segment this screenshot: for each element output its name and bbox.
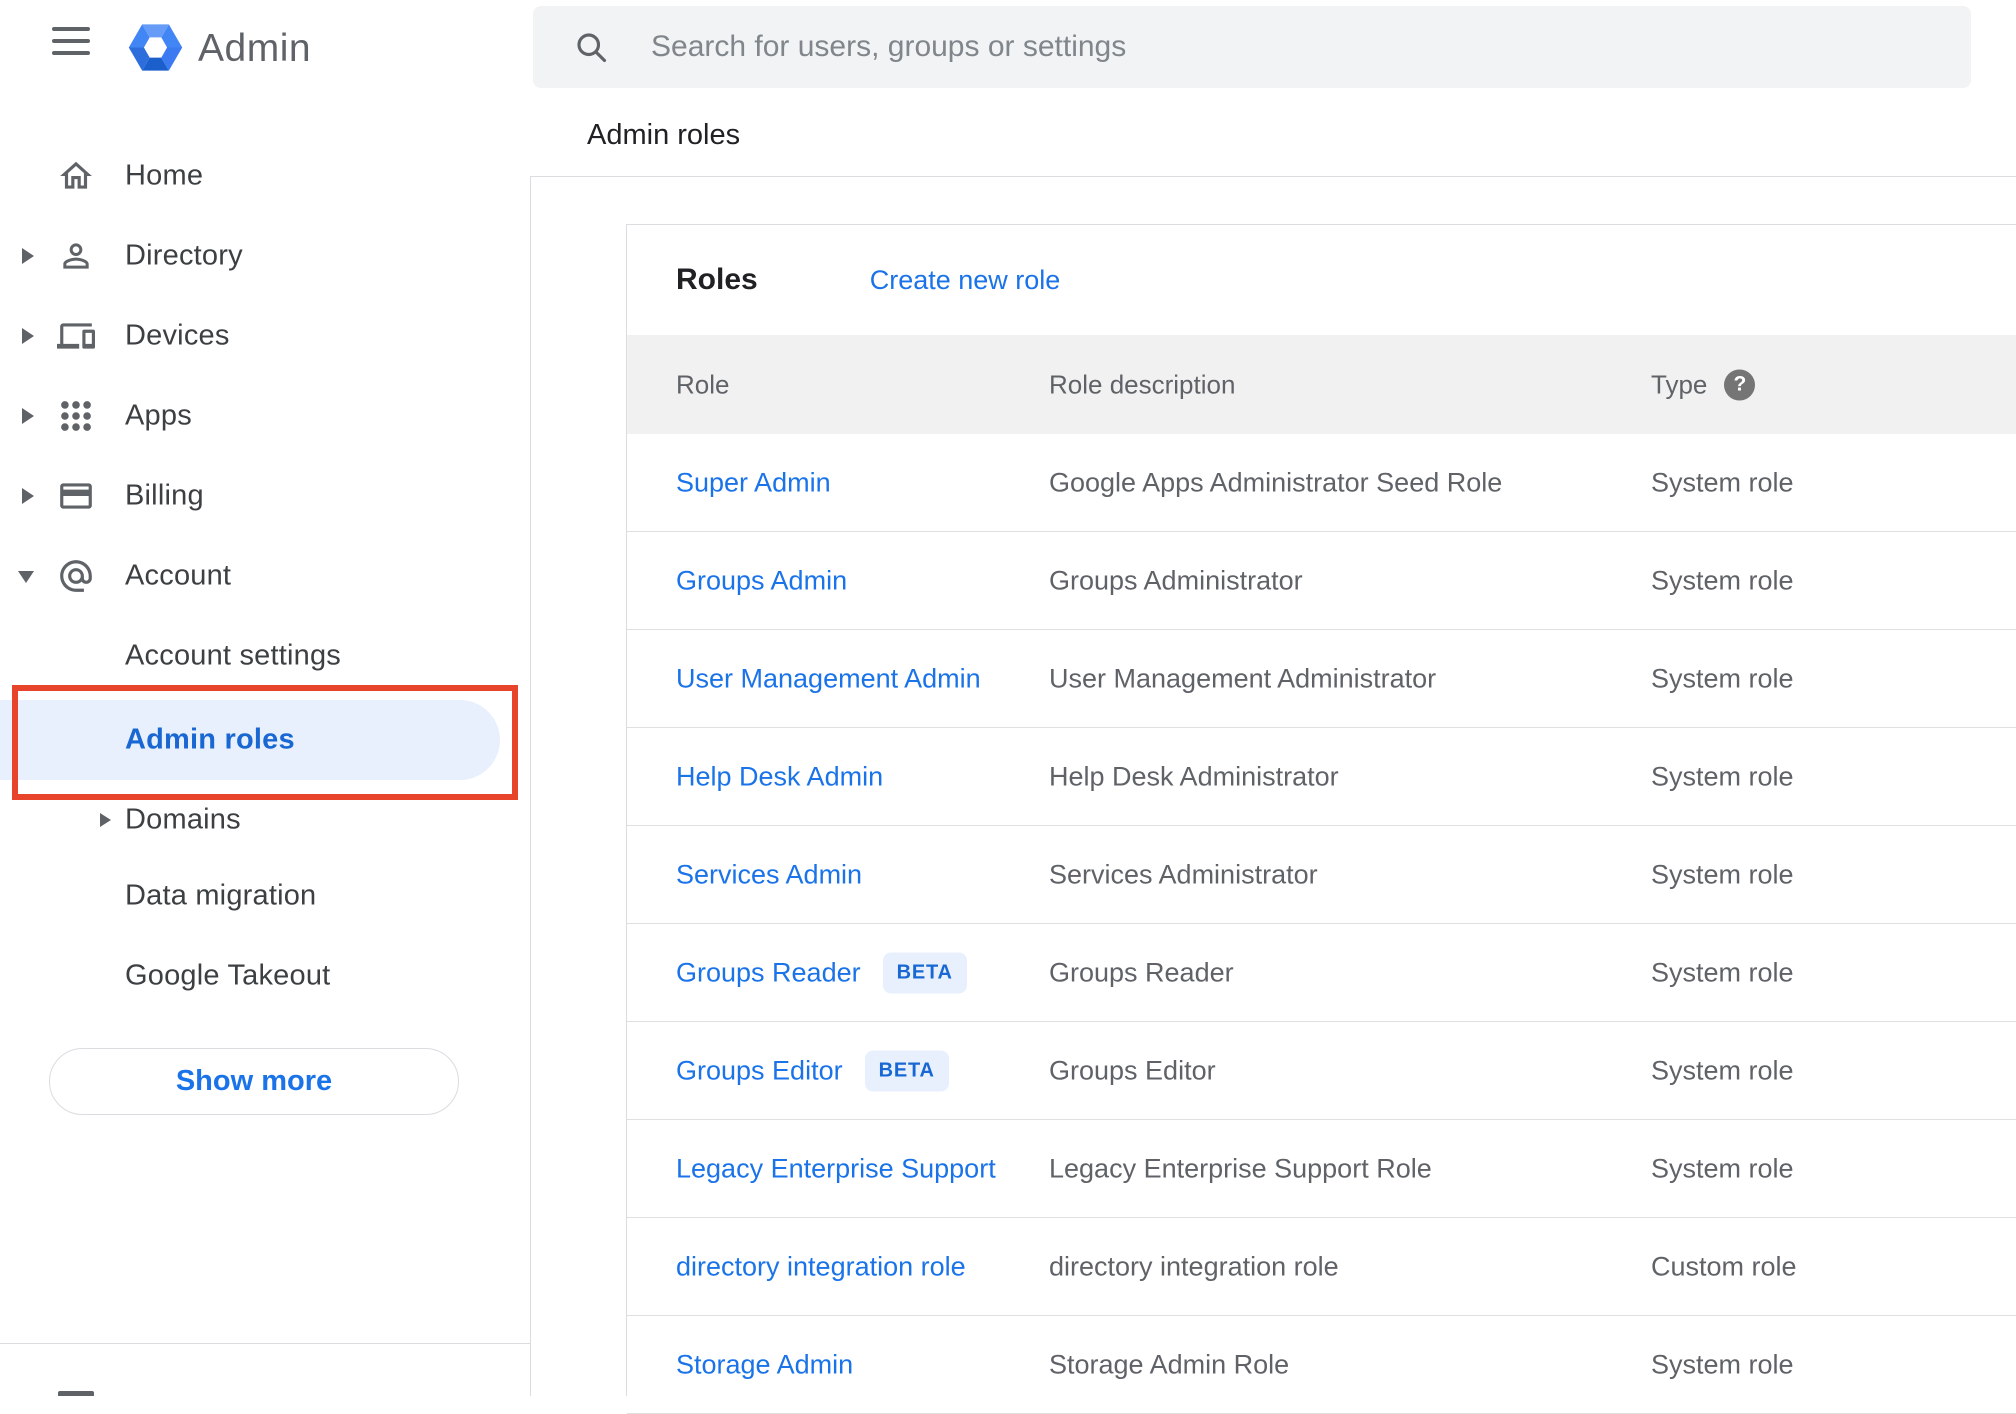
role-description: Groups Reader [1049, 957, 1234, 987]
cutoff-menu-icon [58, 1391, 94, 1396]
role-type: System role [1651, 467, 1794, 497]
sidebar-item-billing[interactable]: Billing [0, 456, 530, 536]
sidebar-item-directory[interactable]: Directory [0, 216, 530, 296]
table-row: Help Desk Admin Help Desk Administrator … [627, 728, 2016, 826]
app-title: Admin [198, 27, 312, 70]
sidebar-item-label: Billing [125, 479, 204, 512]
column-header-description: Role description [1049, 369, 1236, 399]
table-row: Services Admin Services Administrator Sy… [627, 826, 2016, 924]
role-description: Groups Administrator [1049, 565, 1303, 595]
table-row: directory integration role directory int… [627, 1218, 2016, 1316]
role-link[interactable]: directory integration role [676, 1251, 966, 1282]
red-annotation-box [12, 685, 518, 800]
role-description: directory integration role [1049, 1251, 1339, 1281]
role-description: Legacy Enterprise Support Role [1049, 1153, 1432, 1183]
role-description: User Management Administrator [1049, 663, 1437, 693]
at-email-icon [57, 557, 95, 595]
role-type: System role [1651, 1153, 1794, 1183]
role-description: Help Desk Administrator [1049, 761, 1339, 791]
home-icon [57, 157, 95, 195]
role-link[interactable]: Services Admin [676, 859, 862, 890]
role-link[interactable]: Groups Reader [676, 957, 861, 988]
sidebar-border [530, 176, 531, 1396]
create-new-role-link[interactable]: Create new role [870, 265, 1061, 296]
search-placeholder: Search for users, groups or settings [651, 30, 1127, 63]
table-row: Super Admin Google Apps Administrator Se… [627, 434, 2016, 532]
expand-right-icon [22, 408, 34, 424]
show-more-button[interactable]: Show more [49, 1048, 459, 1115]
apps-grid-icon [57, 397, 95, 435]
search-icon [577, 33, 607, 63]
search-input[interactable]: Search for users, groups or settings [533, 6, 1971, 88]
role-link[interactable]: Groups Editor [676, 1055, 843, 1086]
sidebar-item-label: Account settings [125, 639, 341, 672]
role-description: Services Administrator [1049, 859, 1318, 889]
section-title: Roles [676, 263, 758, 296]
sidebar-item-apps[interactable]: Apps [0, 376, 530, 456]
role-link[interactable]: Storage Admin [676, 1349, 853, 1380]
sidebar-item-account-settings[interactable]: Account settings [0, 616, 530, 696]
sidebar-item-label: Devices [125, 319, 230, 352]
role-description: Storage Admin Role [1049, 1349, 1290, 1379]
sidebar-item-label: Apps [125, 399, 192, 432]
credit-card-icon [57, 477, 95, 515]
sidebar-item-label: Google Takeout [125, 959, 331, 992]
sidebar-item-label: Directory [125, 239, 243, 272]
expand-right-icon [100, 813, 111, 827]
role-type: System role [1651, 859, 1794, 889]
table-row: User Management Admin User Management Ad… [627, 630, 2016, 728]
sidebar-item-label: Account [125, 559, 232, 592]
hamburger-menu-button[interactable] [52, 26, 90, 58]
roles-table-body: Super Admin Google Apps Administrator Se… [627, 434, 2016, 1414]
sidebar-item-data-migration[interactable]: Data migration [0, 856, 530, 936]
admin-logo-icon [127, 19, 184, 81]
person-icon [57, 237, 95, 275]
column-header-type: Type ? [1651, 369, 1756, 400]
role-type: System role [1651, 957, 1794, 987]
help-icon[interactable]: ? [1724, 369, 1756, 400]
role-type: System role [1651, 565, 1794, 595]
role-type: System role [1651, 1349, 1794, 1379]
roles-card: Roles Create new role Role Role descript… [626, 224, 2016, 1414]
beta-badge: BETA [864, 1050, 949, 1091]
sidebar-item-home[interactable]: Home [0, 136, 530, 216]
role-description: Groups Editor [1049, 1055, 1216, 1085]
sidebar-item-label: Home [125, 159, 204, 192]
role-type: Custom role [1651, 1251, 1797, 1281]
expand-right-icon [22, 488, 34, 504]
role-link[interactable]: Super Admin [676, 467, 831, 498]
table-row: Groups Reader BETA Groups Reader System … [627, 924, 2016, 1022]
role-type: System role [1651, 663, 1794, 693]
role-link[interactable]: User Management Admin [676, 663, 981, 694]
beta-badge: BETA [882, 952, 967, 993]
sidebar-item-label: Data migration [125, 879, 317, 912]
sidebar-divider [0, 1343, 530, 1344]
table-row: Storage Admin Storage Admin Role System … [627, 1316, 2016, 1414]
table-row: Legacy Enterprise Support Legacy Enterpr… [627, 1120, 2016, 1218]
column-header-role: Role [676, 369, 730, 399]
table-header-row: Role Role description Type ? [627, 335, 2016, 434]
role-link[interactable]: Legacy Enterprise Support [676, 1153, 996, 1184]
header-divider [530, 176, 2016, 177]
sidebar-item-label: Domains [125, 803, 241, 836]
sidebar-item-devices[interactable]: Devices [0, 296, 530, 376]
role-link[interactable]: Help Desk Admin [676, 761, 883, 792]
role-description: Google Apps Administrator Seed Role [1049, 467, 1503, 497]
sidebar-item-google-takeout[interactable]: Google Takeout [0, 936, 530, 1016]
expand-down-icon [18, 571, 34, 583]
table-row: Groups Editor BETA Groups Editor System … [627, 1022, 2016, 1120]
table-row: Groups Admin Groups Administrator System… [627, 532, 2016, 630]
sidebar-item-account[interactable]: Account [0, 536, 530, 616]
role-link[interactable]: Groups Admin [676, 565, 847, 596]
expand-right-icon [22, 328, 34, 344]
role-type: System role [1651, 761, 1794, 791]
expand-right-icon [22, 248, 34, 264]
roles-card-header: Roles Create new role [627, 225, 2016, 335]
devices-icon [57, 317, 95, 355]
breadcrumb: Admin roles [587, 119, 741, 151]
role-type: System role [1651, 1055, 1794, 1085]
